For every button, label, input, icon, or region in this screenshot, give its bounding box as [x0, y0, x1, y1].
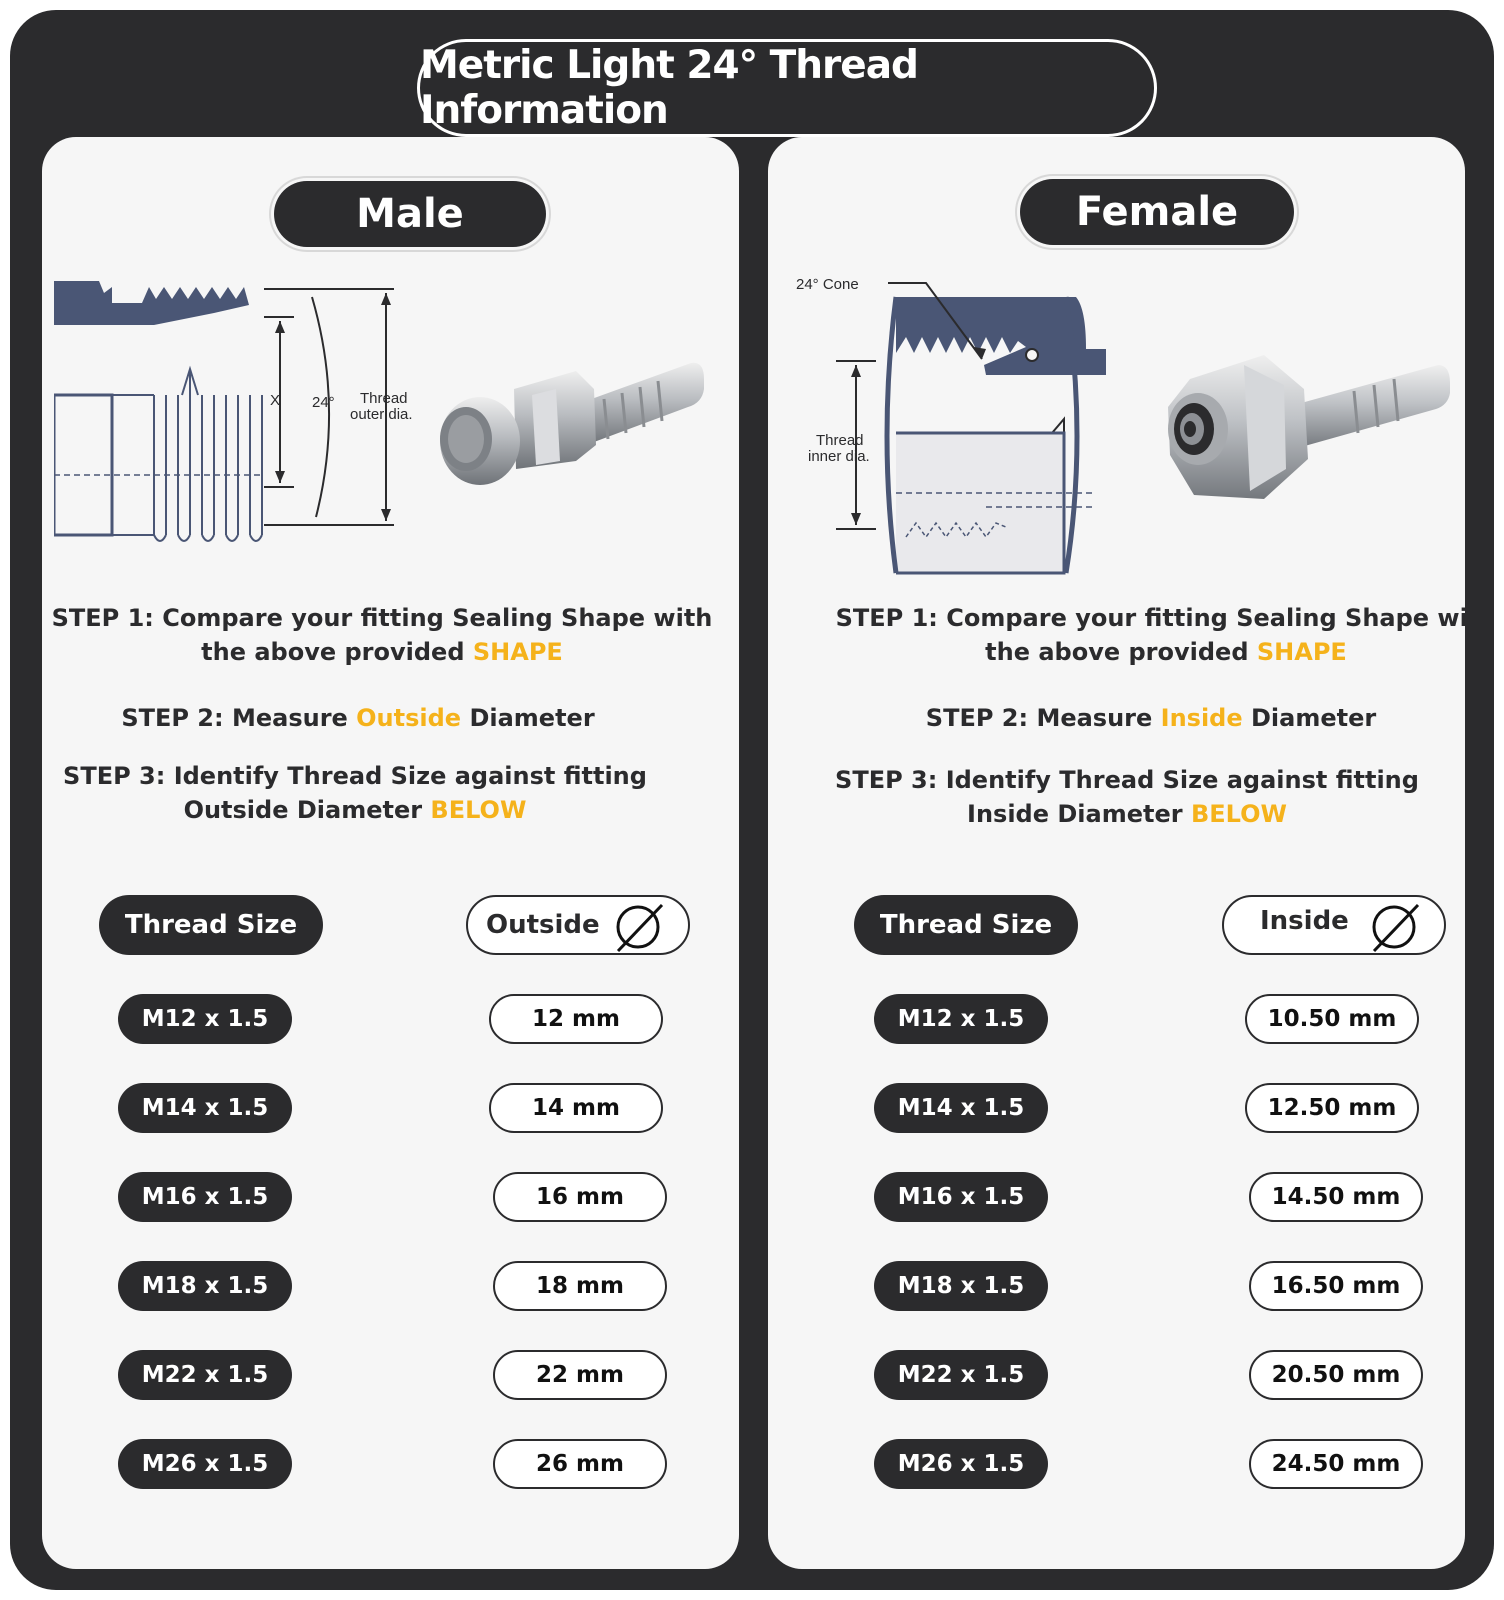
- male-outside-label: Outside: [486, 910, 600, 940]
- female-step-2-suffix: Diameter: [1242, 704, 1377, 732]
- male-step-1: STEP 1: Compare your fitting Sealing Sha…: [42, 601, 722, 669]
- male-step-2-highlight: Outside: [356, 704, 462, 732]
- female-diameter-value-2: 12.50 mm: [1245, 1083, 1419, 1133]
- male-panel: Male X 24° Thread outer dia. STEP 1: Com…: [42, 137, 739, 1569]
- male-thread-lines: [112, 365, 263, 542]
- male-thread-size-6: M26 x 1.5: [118, 1439, 292, 1489]
- male-step-3: STEP 3: Identify Thread Size against fit…: [42, 759, 668, 827]
- female-thread-size-5: M22 x 1.5: [874, 1350, 1048, 1400]
- female-diameter-value-6: 24.50 mm: [1249, 1439, 1423, 1489]
- female-step-3: STEP 3: Identify Thread Size against fit…: [768, 763, 1465, 831]
- female-step-1-line-2: the above provided SHAPE: [826, 635, 1465, 669]
- male-diameter-value-2: 14 mm: [489, 1083, 663, 1133]
- male-step-1-line-1: STEP 1: Compare your fitting Sealing Sha…: [51, 604, 713, 632]
- male-diameter-value-4: 18 mm: [493, 1261, 667, 1311]
- female-bore: [896, 431, 1066, 575]
- male-diameter-value-5: 22 mm: [493, 1350, 667, 1400]
- male-body: [54, 393, 114, 537]
- male-step-3-highlight: BELOW: [430, 796, 527, 824]
- male-x-label: X: [270, 392, 280, 409]
- male-diameter-value-1: 12 mm: [489, 994, 663, 1044]
- male-angle-label: 24°: [312, 394, 335, 411]
- male-thread-size-1: M12 x 1.5: [118, 994, 292, 1044]
- male-step-1-line-2: the above provided SHAPE: [42, 635, 722, 669]
- female-diameter-value-4: 16.50 mm: [1249, 1261, 1423, 1311]
- female-step-1-highlight: SHAPE: [1256, 638, 1347, 666]
- male-thread-diagram: X 24° Thread outer dia.: [54, 281, 413, 542]
- diameter-icon: [616, 903, 664, 953]
- male-step-2: STEP 2: Measure Outside Diameter: [42, 701, 674, 735]
- male-thread-size-5: M22 x 1.5: [118, 1350, 292, 1400]
- male-thread-size-4: M18 x 1.5: [118, 1261, 292, 1311]
- female-seal-ring: [1025, 348, 1039, 362]
- male-diameter-value-6: 26 mm: [493, 1439, 667, 1489]
- female-thread-label-1: Thread: [816, 432, 864, 449]
- female-thread-size-1: M12 x 1.5: [874, 994, 1048, 1044]
- female-cone-label: 24° Cone: [796, 276, 859, 293]
- female-fitting-photo: [1168, 355, 1450, 499]
- male-diameter-value-3: 16 mm: [493, 1172, 667, 1222]
- female-step-2: STEP 2: Measure Inside Diameter: [768, 701, 1465, 735]
- male-thread-size-header: Thread Size: [99, 895, 323, 955]
- female-step-3-highlight: BELOW: [1190, 800, 1287, 828]
- female-step-2-text: STEP 2: Measure: [925, 704, 1161, 732]
- male-step-2-suffix: Diameter: [461, 704, 595, 732]
- female-thread-size-4: M18 x 1.5: [874, 1261, 1048, 1311]
- female-step-3-line-1: STEP 3: Identify Thread Size against fit…: [835, 766, 1419, 794]
- male-outside-header: Outside: [466, 895, 690, 955]
- male-fitting-photo: [440, 362, 704, 485]
- female-step-1: STEP 1: Compare your fitting Sealing Sha…: [826, 601, 1465, 669]
- male-step-3-line-1: STEP 3: Identify Thread Size against fit…: [63, 762, 647, 790]
- female-step-3-line-2: Inside Diameter BELOW: [768, 797, 1465, 831]
- female-inside-label: Inside: [1260, 906, 1349, 936]
- female-diameter-value-3: 14.50 mm: [1249, 1172, 1423, 1222]
- male-thread-label-2: outer dia.: [350, 406, 413, 423]
- female-thread-size-header: Thread Size: [854, 895, 1078, 955]
- male-thread-label-1: Thread: [360, 390, 408, 407]
- female-step-2-highlight: Inside: [1160, 704, 1243, 732]
- female-thread-label-2: inner dia.: [808, 448, 870, 465]
- male-step-3-text: Outside Diameter: [183, 796, 431, 824]
- diameter-icon: [1372, 903, 1420, 953]
- female-diameter-value-5: 20.50 mm: [1249, 1350, 1423, 1400]
- page-title: Metric Light 24° Thread Information: [417, 39, 1157, 137]
- female-inside-header: Inside: [1222, 895, 1446, 955]
- female-step-1-line-1: STEP 1: Compare your fitting Sealing Sha…: [835, 604, 1465, 632]
- female-thread-diagram: 24° Cone Thread inner dia.: [796, 276, 1106, 575]
- female-panel: Female 24° Cone Thread inner dia. STEP 1…: [768, 137, 1465, 1569]
- male-thread-size-2: M14 x 1.5: [118, 1083, 292, 1133]
- female-step-1-text: the above provided: [985, 638, 1257, 666]
- male-step-1-text: the above provided: [201, 638, 473, 666]
- male-thread-size-3: M16 x 1.5: [118, 1172, 292, 1222]
- female-thread-size-6: M26 x 1.5: [874, 1439, 1048, 1489]
- female-thread-size-2: M14 x 1.5: [874, 1083, 1048, 1133]
- female-heading: Female: [1020, 179, 1294, 245]
- male-step-2-text: STEP 2: Measure: [121, 704, 357, 732]
- female-diameter-value-1: 10.50 mm: [1245, 994, 1419, 1044]
- male-cone-profile: [54, 281, 249, 325]
- male-step-3-line-2: Outside Diameter BELOW: [42, 793, 668, 827]
- male-heading: Male: [274, 181, 546, 247]
- male-step-1-highlight: SHAPE: [472, 638, 563, 666]
- female-thread-size-3: M16 x 1.5: [874, 1172, 1048, 1222]
- female-step-3-text: Inside Diameter: [967, 800, 1191, 828]
